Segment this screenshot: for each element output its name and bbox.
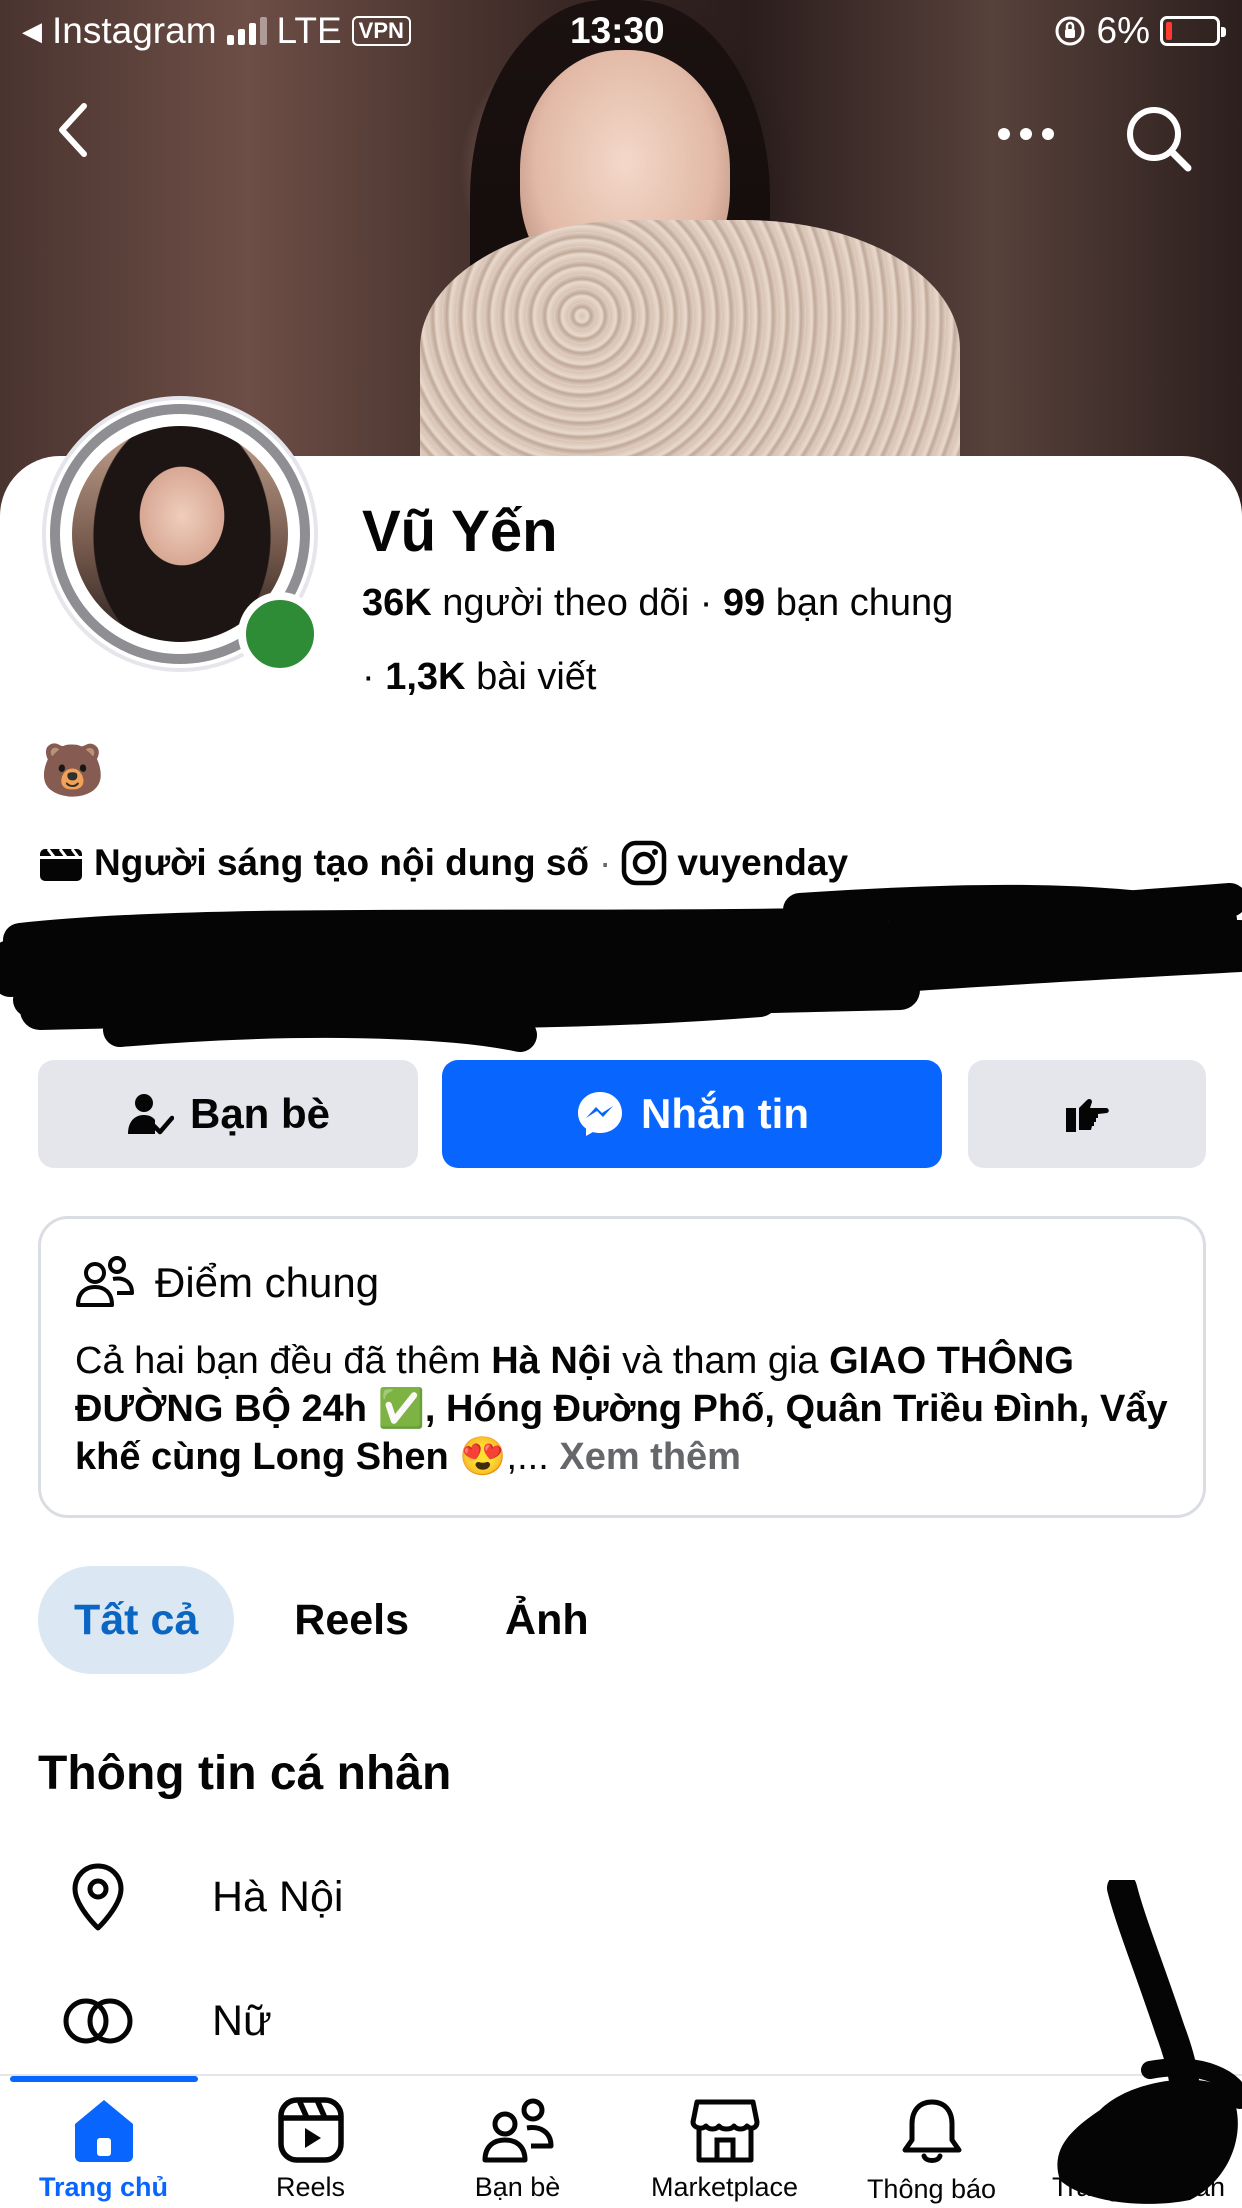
- followers-count[interactable]: 36K: [362, 582, 432, 624]
- status-back-app[interactable]: Instagram: [52, 10, 217, 52]
- common-text-part-3: ,...: [506, 1436, 560, 1478]
- nav-reels-label: Reels: [275, 2172, 346, 2202]
- separator-dot: ·: [599, 842, 612, 883]
- messenger-icon: [578, 1092, 622, 1136]
- tab-reels[interactable]: Reels: [258, 1566, 445, 1674]
- nav-home[interactable]: Trang chủ: [0, 2096, 207, 2203]
- bio-emoji: 🐻: [40, 742, 105, 800]
- poke-button[interactable]: [968, 1060, 1206, 1168]
- followers-label[interactable]: người theo dõi: [442, 582, 689, 624]
- vpn-badge: VPN: [351, 16, 411, 46]
- online-status-dot: [238, 592, 322, 676]
- nav-notifications[interactable]: Thông báo: [828, 2096, 1035, 2205]
- back-triangle-icon: ◀: [22, 15, 42, 46]
- gender-rings-icon: [63, 1998, 133, 2044]
- nav-friends-label: Bạn bè: [474, 2172, 561, 2202]
- info-row-gender: Nữ: [58, 1996, 272, 2046]
- redaction-blot: [1057, 1880, 1242, 2204]
- reels-icon: [277, 2097, 344, 2163]
- info-gender: Nữ: [212, 1996, 272, 2045]
- friends-button-label: Bạn bè: [189, 1090, 331, 1137]
- back-icon[interactable]: [50, 100, 98, 160]
- profile-name: Vũ Yến: [362, 499, 558, 564]
- network-type: LTE: [276, 10, 342, 51]
- tab-photos[interactable]: Ảnh: [469, 1566, 625, 1674]
- see-more-link[interactable]: Xem thêm: [559, 1436, 741, 1478]
- common-text-part-1: Cả hai bạn đều đã thêm: [75, 1340, 492, 1382]
- common-info-title: Điểm chung: [155, 1259, 380, 1306]
- signal-icon: [226, 17, 267, 45]
- status-left: ◀ Instagram LTE VPN: [22, 10, 411, 52]
- info-row-location: Hà Nội: [58, 1862, 343, 1932]
- message-button[interactable]: Nhắn tin: [442, 1060, 942, 1168]
- battery-icon: [1160, 16, 1226, 46]
- nav-marketplace[interactable]: Marketplace: [621, 2096, 828, 2203]
- common-info-card[interactable]: Điểm chung Cả hai bạn đều đã thêm Hà Nội…: [38, 1216, 1206, 1518]
- redaction-scribble: [0, 883, 1242, 1052]
- battery-percent: 6%: [1096, 10, 1150, 51]
- profile-stats-line-1: 36K người theo dõi · 99 bạn chung: [362, 582, 953, 625]
- location-pin-icon: [72, 1863, 124, 1931]
- poke-hand-icon: [1066, 1098, 1109, 1132]
- friends-button[interactable]: Bạn bè: [38, 1060, 418, 1168]
- more-options-icon[interactable]: [996, 124, 1056, 144]
- common-text-part-2: và tham gia: [611, 1340, 830, 1382]
- status-bar: ◀ Instagram LTE VPN 13:30 6%: [0, 0, 1242, 64]
- separator-dot: ·: [699, 582, 723, 624]
- profile-category: Người sáng tạo nội dung số: [94, 842, 590, 883]
- common-place: Hà Nội: [491, 1340, 612, 1382]
- instagram-handle[interactable]: vuyenday: [677, 842, 848, 884]
- separator-dot: ·: [362, 656, 386, 698]
- nav-friends[interactable]: Bạn bè: [414, 2096, 621, 2203]
- nav-reels[interactable]: Reels: [207, 2096, 414, 2203]
- friends-icon: [482, 2098, 553, 2163]
- personal-info-title: Thông tin cá nhân: [38, 1747, 452, 1800]
- nav-notifications-label: Thông báo: [866, 2174, 997, 2204]
- orientation-lock-icon: [1055, 16, 1085, 46]
- marketplace-icon: [690, 2099, 759, 2163]
- profile-tabs: Tất cả Reels Ảnh: [38, 1566, 649, 1674]
- tab-all[interactable]: Tất cả: [38, 1566, 235, 1674]
- posts-count: 1,3K: [385, 656, 466, 698]
- mutual-friends-count[interactable]: 99: [723, 582, 765, 624]
- home-icon: [74, 2100, 133, 2162]
- status-time: 13:30: [570, 10, 665, 51]
- people-icon: [76, 1256, 134, 1307]
- search-icon[interactable]: [1124, 104, 1194, 174]
- common-info-text: Cả hai bạn đều đã thêm Hà Nội và tham gi…: [75, 1337, 1185, 1481]
- bell-icon: [902, 2099, 961, 2163]
- friend-check-icon: [127, 1094, 174, 1135]
- profile-stats-line-2: · 1,3K bài viết: [362, 656, 596, 699]
- mutual-friends-label[interactable]: bạn chung: [776, 582, 954, 624]
- message-button-label: Nhắn tin: [641, 1090, 809, 1137]
- common-info-header: Điểm chung: [75, 1255, 379, 1311]
- active-tab-indicator: [10, 2076, 198, 2082]
- posts-label: bài viết: [476, 656, 597, 698]
- info-location: Hà Nội: [212, 1872, 344, 1921]
- nav-marketplace-label: Marketplace: [650, 2172, 799, 2202]
- clapperboard-icon: [40, 848, 82, 881]
- nav-home-label: Trang chủ: [38, 2172, 168, 2202]
- status-right: 6%: [1053, 10, 1226, 52]
